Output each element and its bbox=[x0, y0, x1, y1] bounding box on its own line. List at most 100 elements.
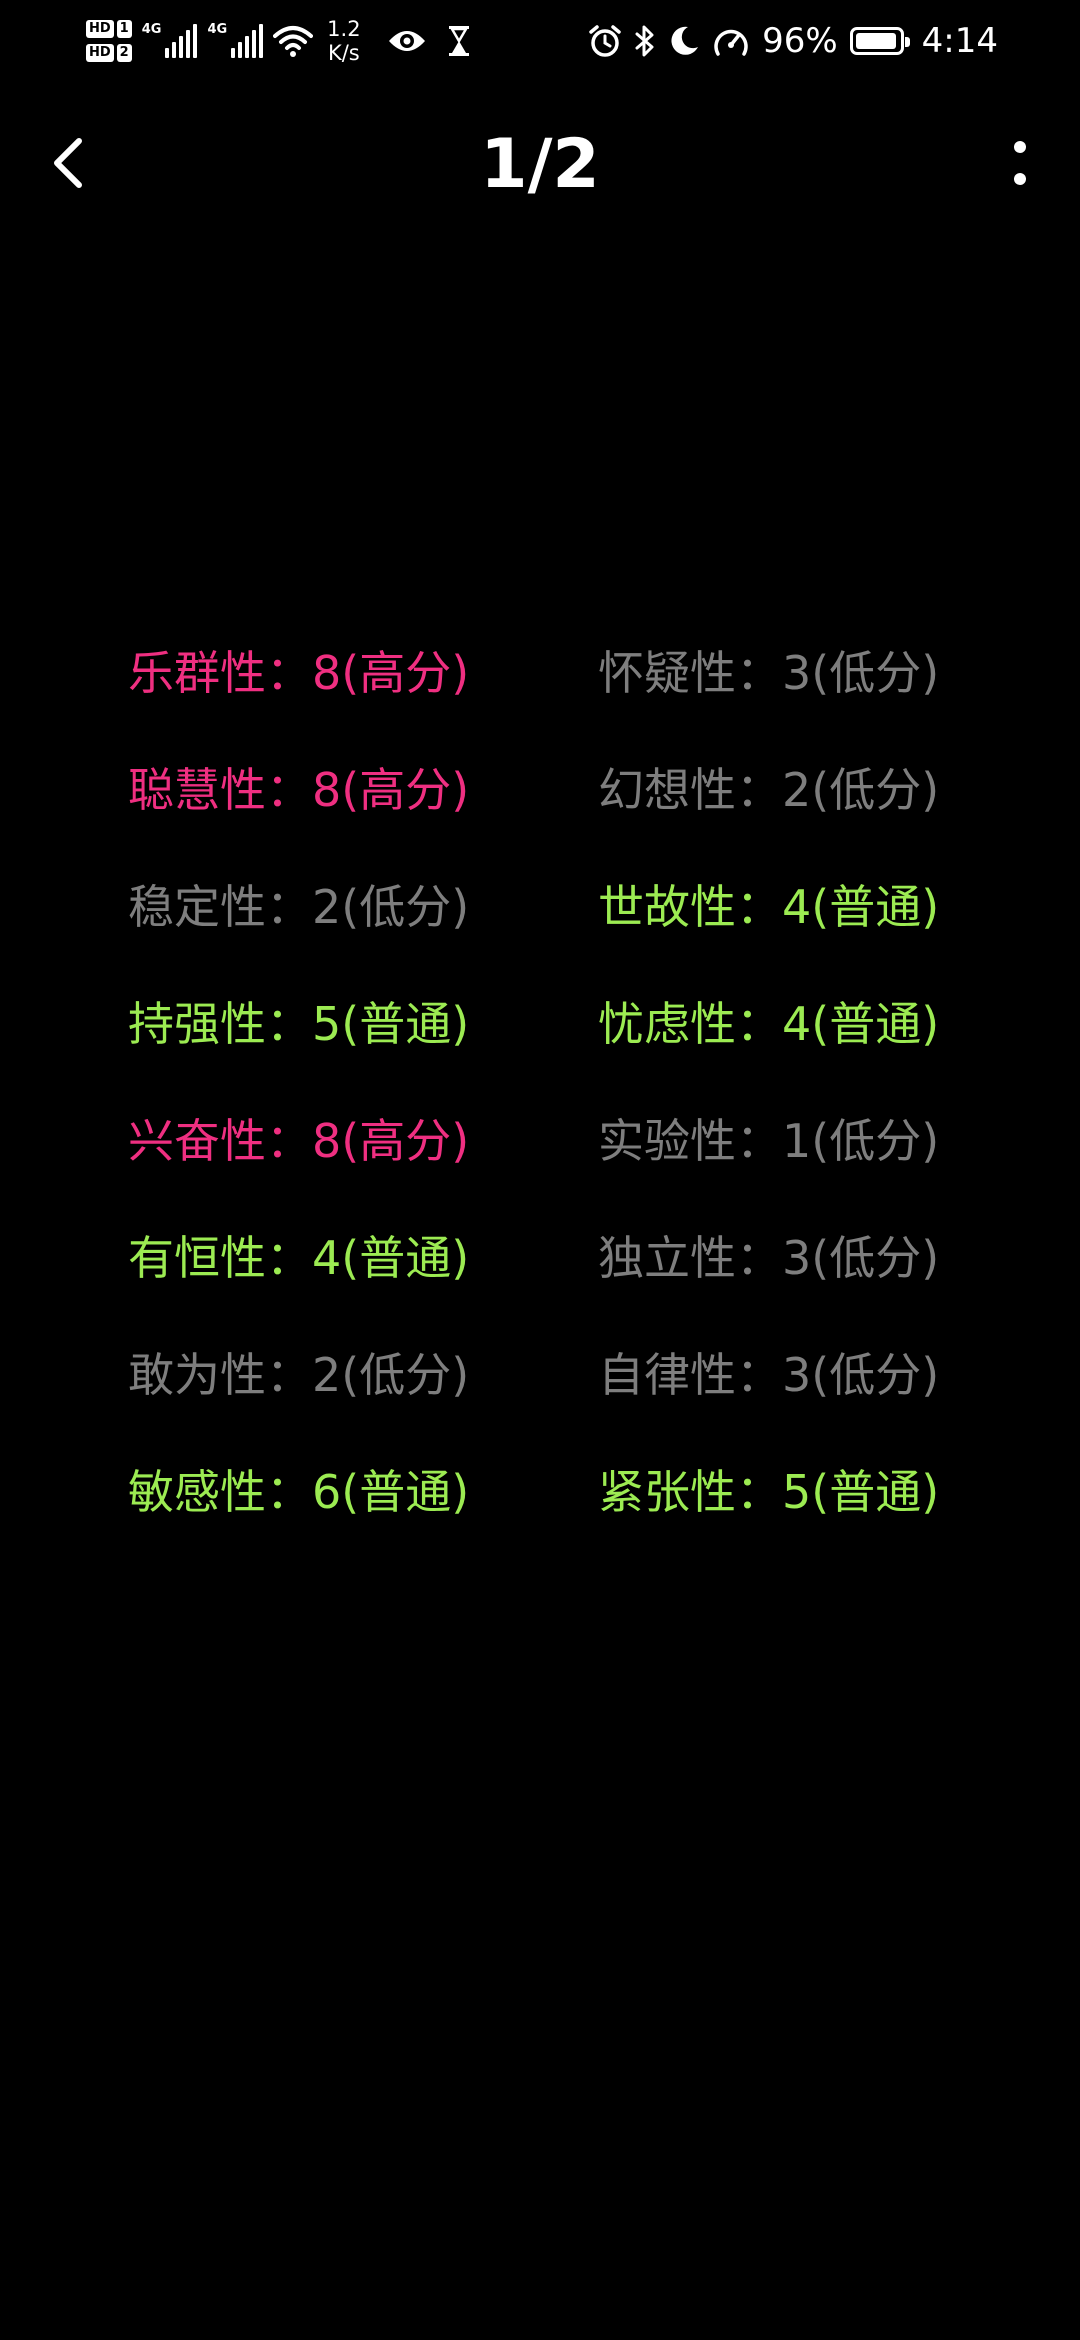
trait-name: 怀疑性 bbox=[598, 646, 736, 700]
trait-name: 幻想性 bbox=[598, 763, 736, 817]
trait-name: 实验性 bbox=[598, 1114, 736, 1168]
trait-separator: ： bbox=[736, 1231, 782, 1285]
battery-percent: 96% bbox=[762, 21, 838, 61]
trait-item: 忧虑性：4(普通) bbox=[598, 981, 968, 1098]
trait-item: 有恒性：4(普通) bbox=[128, 1215, 598, 1332]
trait-item: 紧张性：5(普通) bbox=[598, 1449, 968, 1566]
trait-score: 2 bbox=[782, 763, 812, 817]
trait-separator: ： bbox=[736, 1114, 782, 1168]
more-options-button[interactable] bbox=[990, 132, 1050, 198]
trait-separator: ： bbox=[266, 1465, 312, 1519]
trait-score: 5 bbox=[312, 997, 342, 1051]
network-speed: 1.2 K/s bbox=[327, 17, 360, 65]
status-bar: HD 1 HD 2 4G 4G 1.2 K/s 96% 4:14 bbox=[0, 0, 1080, 80]
trait-level: (低分) bbox=[811, 1114, 940, 1168]
trait-name: 持强性 bbox=[128, 997, 266, 1051]
trait-level: (低分) bbox=[811, 763, 940, 817]
status-bar-right: 96% 4:14 bbox=[588, 12, 998, 70]
trait-name: 敏感性 bbox=[128, 1465, 266, 1519]
trait-name: 稳定性 bbox=[128, 880, 266, 934]
trait-score: 3 bbox=[782, 1348, 812, 1402]
trait-item: 乐群性：8(高分) bbox=[128, 630, 598, 747]
wifi-icon bbox=[273, 24, 314, 58]
status-bar-left: HD 1 HD 2 4G 4G 1.2 K/s bbox=[86, 12, 471, 70]
trait-score: 8 bbox=[312, 646, 342, 700]
trait-level: (高分) bbox=[341, 763, 470, 817]
trait-item: 幻想性：2(低分) bbox=[598, 747, 968, 864]
signal-icon bbox=[165, 24, 198, 58]
trait-level: (低分) bbox=[811, 646, 940, 700]
trait-separator: ： bbox=[736, 646, 782, 700]
sim-label: 2 bbox=[116, 44, 132, 62]
trait-separator: ： bbox=[736, 880, 782, 934]
trait-level: (普通) bbox=[341, 1231, 470, 1285]
trait-level: (低分) bbox=[811, 1348, 940, 1402]
trait-level: (普通) bbox=[811, 880, 940, 934]
trait-item: 敢为性：2(低分) bbox=[128, 1332, 598, 1449]
trait-separator: ： bbox=[736, 1348, 782, 1402]
trait-name: 世故性 bbox=[598, 880, 736, 934]
trait-name: 乐群性 bbox=[128, 646, 266, 700]
sim-label: 1 bbox=[116, 20, 132, 38]
network-speed-value: 1.2 bbox=[327, 17, 361, 41]
trait-score: 1 bbox=[782, 1114, 812, 1168]
trait-name: 独立性 bbox=[598, 1231, 736, 1285]
network-type-label: 4G bbox=[141, 22, 162, 37]
page-title: 1/2 bbox=[480, 125, 600, 204]
signal-icon bbox=[231, 24, 264, 58]
trait-level: (高分) bbox=[341, 1114, 470, 1168]
trait-separator: ： bbox=[266, 1231, 312, 1285]
trait-score: 2 bbox=[312, 880, 342, 934]
trait-item: 稳定性：2(低分) bbox=[128, 864, 598, 981]
trait-item: 敏感性：6(普通) bbox=[128, 1449, 598, 1566]
moon-icon bbox=[668, 25, 700, 57]
trait-separator: ： bbox=[266, 763, 312, 817]
trait-score: 8 bbox=[312, 1114, 342, 1168]
trait-level: (低分) bbox=[341, 880, 470, 934]
speedometer-icon bbox=[712, 24, 750, 58]
more-vertical-icon bbox=[1013, 140, 1027, 190]
trait-level: (普通) bbox=[341, 997, 470, 1051]
trait-level: (低分) bbox=[811, 1231, 940, 1285]
trait-item: 实验性：1(低分) bbox=[598, 1098, 968, 1215]
network-speed-unit: K/s bbox=[327, 41, 360, 65]
trait-item: 聪慧性：8(高分) bbox=[128, 747, 598, 864]
trait-level: (普通) bbox=[341, 1465, 470, 1519]
trait-separator: ： bbox=[736, 997, 782, 1051]
trait-level: (低分) bbox=[341, 1348, 470, 1402]
trait-separator: ： bbox=[266, 1114, 312, 1168]
battery-fill bbox=[855, 33, 896, 49]
trait-item: 怀疑性：3(低分) bbox=[598, 630, 968, 747]
trait-item: 兴奋性：8(高分) bbox=[128, 1098, 598, 1215]
trait-item: 世故性：4(普通) bbox=[598, 864, 968, 981]
trait-score: 3 bbox=[782, 1231, 812, 1285]
trait-item: 持强性：5(普通) bbox=[128, 981, 598, 1098]
trait-score: 8 bbox=[312, 763, 342, 817]
clock: 4:14 bbox=[921, 21, 998, 61]
trait-level: (普通) bbox=[811, 1465, 940, 1519]
trait-score: 5 bbox=[782, 1465, 812, 1519]
network-type-label: 4G bbox=[207, 22, 228, 37]
trait-separator: ： bbox=[736, 763, 782, 817]
battery-icon bbox=[849, 27, 910, 55]
trait-level: (高分) bbox=[341, 646, 470, 700]
eye-icon bbox=[387, 27, 427, 55]
trait-score: 3 bbox=[782, 646, 812, 700]
hd-indicators: HD 1 HD 2 bbox=[86, 20, 132, 62]
trait-score: 6 bbox=[312, 1465, 342, 1519]
hd-badge-sim1: HD 1 bbox=[86, 20, 132, 38]
trait-score: 4 bbox=[312, 1231, 342, 1285]
trait-score: 4 bbox=[782, 880, 812, 934]
trait-separator: ： bbox=[266, 646, 312, 700]
trait-separator: ： bbox=[266, 880, 312, 934]
hd-badge-sim2: HD 2 bbox=[86, 44, 132, 62]
traits-grid: 乐群性：8(高分) 怀疑性：3(低分) 聪慧性：8(高分) 幻想性：2(低分) 稳定性：… bbox=[128, 630, 968, 1566]
hd-label: HD bbox=[86, 20, 114, 38]
trait-item: 独立性：3(低分) bbox=[598, 1215, 968, 1332]
hd-label: HD bbox=[86, 44, 114, 62]
trait-score: 2 bbox=[312, 1348, 342, 1402]
trait-score: 4 bbox=[782, 997, 812, 1051]
bluetooth-icon bbox=[634, 24, 656, 58]
trait-name: 有恒性 bbox=[128, 1231, 266, 1285]
trait-item: 自律性：3(低分) bbox=[598, 1332, 968, 1449]
